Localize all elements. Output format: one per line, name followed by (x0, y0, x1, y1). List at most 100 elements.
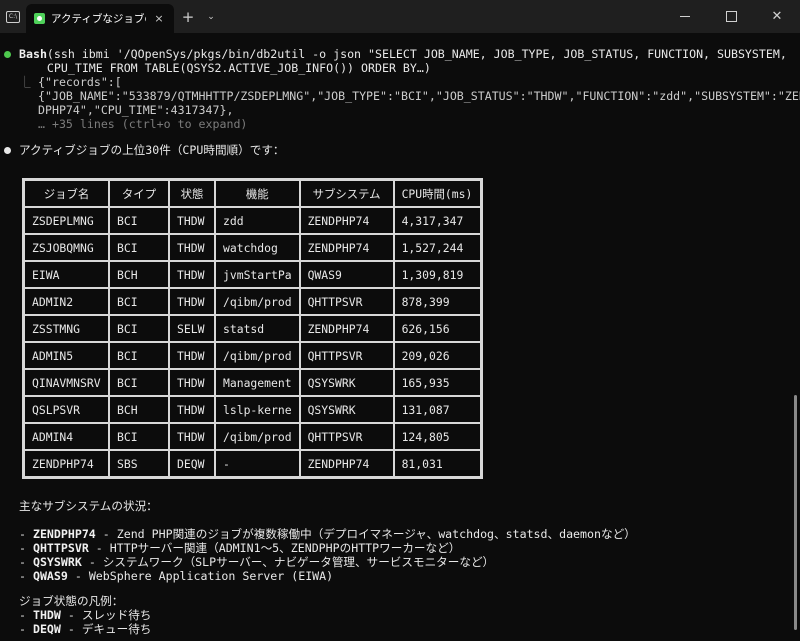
subsystem-desc: - HTTPサーバー関連（ADMIN1〜5、ZENDPHPのHTTPワーカーなど… (88, 541, 461, 555)
table-row: ZSDEPLMNG BCI THDW zdd ZENDPHP74 4,317,347 (24, 207, 481, 234)
legend-desc: - スレッド待ち (60, 608, 152, 622)
subsystem-name: ZENDPHP74 (32, 527, 96, 541)
maximize-button[interactable] (708, 0, 754, 33)
expand-output-hint[interactable]: … +35 lines (ctrl+o to expand) (38, 117, 247, 131)
cell-status: THDW (169, 207, 215, 234)
cell-job-name: QINAVMNSRV (24, 369, 109, 396)
cell-function: watchdog (215, 234, 300, 261)
system-menu[interactable]: C:\ (0, 0, 26, 33)
cell-subsystem: QHTTPSVR (299, 288, 394, 315)
tab-status-icon (34, 13, 45, 24)
tab-active[interactable]: アクティブなジョブの状況 × (26, 4, 174, 33)
column-header-job-name: ジョブ名 (24, 180, 109, 207)
table-row: ADMIN2 BCI THDW/qibm/prod QHTTPSVR 878,399 (24, 288, 481, 315)
cell-status: THDW (169, 423, 215, 450)
cell-subsystem: QWAS9 (299, 261, 394, 288)
table-row: ADMIN4 BCI THDW/qibm/prod QHTTPSVR 124,805 (24, 423, 481, 450)
cell-function: Management (215, 369, 300, 396)
cell-cpu-time: 878,399 (393, 288, 481, 315)
cell-job-name: ADMIN4 (24, 423, 109, 450)
bash-command-line-2: CPU_TIME FROM TABLE(QSYS2.ACTIVE_JOB_INF… (19, 61, 431, 75)
cell-job-name: EIWA (24, 261, 109, 288)
output-tree-connector: ⎿ (19, 75, 31, 89)
cell-status: DEQW (169, 450, 215, 477)
cell-job-type: BCI (109, 342, 169, 369)
new-tab-button[interactable]: + (174, 0, 202, 33)
cell-status: THDW (169, 288, 215, 315)
subsystem-desc: - WebSphere Application Server (EIWA) (67, 569, 334, 583)
subsystem-name: QWAS9 (32, 569, 68, 583)
cell-job-name: QSLPSVR (24, 396, 109, 423)
subsystem-desc: - Zend PHP関連のジョブが複数稼働中（デプロイマネージャ、watchdo… (95, 527, 636, 541)
cell-job-type: BCI (109, 315, 169, 342)
cell-cpu-time: 209,026 (393, 342, 481, 369)
assistant-intro-text: アクティブジョブの上位30件（CPU時間順）です： (19, 143, 285, 157)
cell-job-type: BCI (109, 423, 169, 450)
legend-heading: ジョブ状態の凡例： (19, 594, 124, 608)
vertical-scrollbar[interactable] (794, 395, 797, 630)
cell-subsystem: ZENDPHP74 (299, 234, 394, 261)
cell-function: jvmStartPa (215, 261, 300, 288)
cell-cpu-time: 124,805 (393, 423, 481, 450)
cell-job-name: ADMIN5 (24, 342, 109, 369)
cell-function: zdd (215, 207, 300, 234)
table-row: ZSSTMNG BCI SELW statsd ZENDPHP74 626,156 (24, 315, 481, 342)
column-header-subsystem: サブシステム (299, 180, 394, 207)
cell-status: THDW (169, 261, 215, 288)
assistant-message-bullet-icon (4, 147, 11, 154)
subsystem-name: QHTTPSVR (32, 541, 89, 555)
cell-cpu-time: 4,317,347 (393, 207, 481, 234)
tool-success-bullet-icon (4, 51, 11, 58)
table-row: EIWA BCH THDW jvmStartPa QWAS9 1,309,819 (24, 261, 481, 288)
cell-job-name: ZSSTMNG (24, 315, 109, 342)
subsystem-item: - QSYSWRK - システムワーク（SLPサーバー、ナビゲータ管理、サービス… (19, 555, 495, 569)
bash-output-line-1: {"records":[ (38, 75, 122, 89)
cell-job-type: BCH (109, 261, 169, 288)
legend-item: - THDW - スレッド待ち (19, 608, 152, 622)
column-header-cpu-time: CPU時間(ms) (393, 180, 481, 207)
cell-job-type: BCI (109, 369, 169, 396)
table-row: ZENDPHP74 SBS DEQW - ZENDPHP74 81,031 (24, 450, 481, 477)
cell-subsystem: QHTTPSVR (299, 423, 394, 450)
cell-subsystem: QHTTPSVR (299, 342, 394, 369)
cell-cpu-time: 1,527,244 (393, 234, 481, 261)
tab-close-button[interactable]: × (152, 12, 166, 25)
cell-job-name: ADMIN2 (24, 288, 109, 315)
cell-status: THDW (169, 396, 215, 423)
cell-function: - (215, 450, 300, 477)
subsystem-item: - QHTTPSVR - HTTPサーバー関連（ADMIN1〜5、ZENDPHP… (19, 541, 461, 555)
table-header-row: ジョブ名 タイプ 状態 機能 サブシステム CPU時間(ms) (24, 180, 481, 207)
column-header-function: 機能 (215, 180, 300, 207)
bash-output-line-2: {"JOB_NAME":"533879/QTMHHTTP/ZSDEPLMNG",… (38, 89, 800, 103)
minimize-button[interactable] (662, 0, 708, 33)
cell-job-type: BCI (109, 288, 169, 315)
cell-status: THDW (169, 234, 215, 261)
cell-subsystem: QSYSWRK (299, 396, 394, 423)
title-bar: C:\ アクティブなジョブの状況 × + ⌄ ✕ (0, 0, 800, 33)
cell-job-name: ZENDPHP74 (24, 450, 109, 477)
cell-job-name: ZSDEPLMNG (24, 207, 109, 234)
subsystem-item: - QWAS9 - WebSphere Application Server (… (19, 569, 334, 583)
cell-function: statsd (215, 315, 300, 342)
tab-title: アクティブなジョブの状況 (51, 13, 146, 25)
subsystem-desc: - システムワーク（SLPサーバー、ナビゲータ管理、サービスモニターなど） (81, 555, 495, 569)
table-row: QSLPSVR BCH THDW lslp-kerne QSYSWRK 131,087 (24, 396, 481, 423)
cell-subsystem: ZENDPHP74 (299, 450, 394, 477)
table-row: ZSJOBQMNG BCI THDW watchdog ZENDPHP74 1,527,2… (24, 234, 481, 261)
cell-job-type: BCI (109, 234, 169, 261)
legend-status-code: DEQW (32, 622, 61, 636)
close-window-button[interactable]: ✕ (754, 0, 800, 33)
title-drag-area[interactable] (220, 0, 662, 33)
legend-desc: - デキュー待ち (60, 622, 152, 636)
bash-output-line-3: DPHP74","CPU_TIME":4317347}, (38, 103, 234, 117)
bash-command-text: (ssh ibmi '/QOpenSys/pkgs/bin/db2util -o… (46, 47, 787, 61)
cell-function: /qibm/prod (215, 342, 300, 369)
tab-dropdown-button[interactable]: ⌄ (202, 0, 220, 33)
terminal-app-icon: C:\ (6, 10, 20, 23)
cell-subsystem: QSYSWRK (299, 369, 394, 396)
cell-function: /qibm/prod (215, 288, 300, 315)
cell-cpu-time: 81,031 (393, 450, 481, 477)
terminal-output[interactable]: Bash(ssh ibmi '/QOpenSys/pkgs/bin/db2uti… (0, 33, 800, 641)
legend-status-code: THDW (32, 608, 61, 622)
cell-cpu-time: 165,935 (393, 369, 481, 396)
